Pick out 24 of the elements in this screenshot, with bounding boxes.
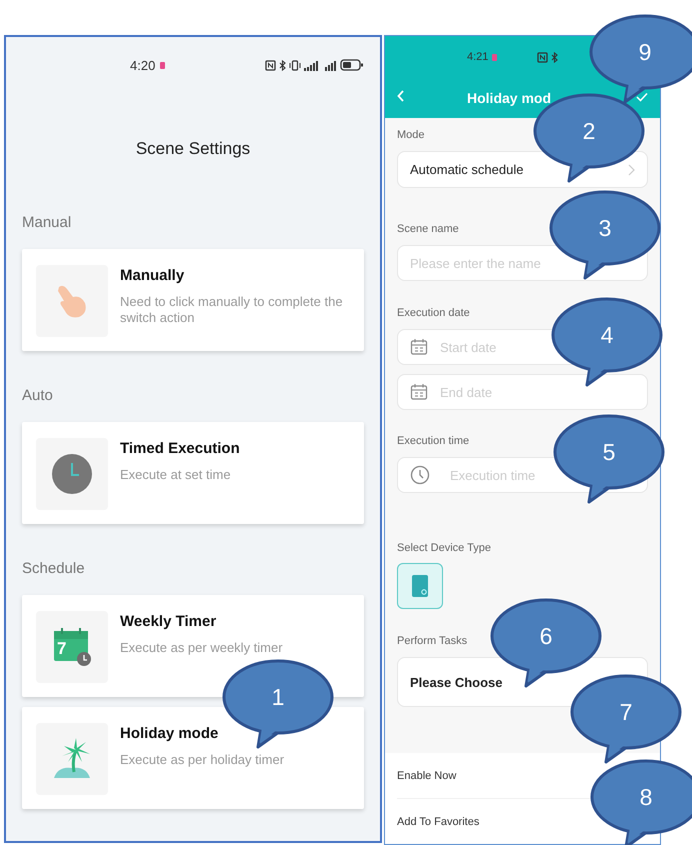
status-time: 4:21 (467, 51, 488, 63)
status-time: 4:20 (130, 58, 156, 72)
page-title: Holiday mod (467, 90, 552, 106)
card-description: Execute at set time (120, 467, 232, 483)
field-label: Mode (397, 128, 425, 142)
callout-tooltip: 8 (589, 759, 692, 845)
card-description: Need to click manually to complete the switch action (120, 294, 344, 326)
section-heading: Schedule (22, 560, 86, 578)
card-title: Manually (120, 267, 186, 285)
card-description: Execute as per weekly timer (120, 640, 283, 656)
section-heading: Auto (22, 387, 54, 405)
card-title: Holiday mode (120, 725, 220, 743)
field-label: Perform Tasks (397, 634, 468, 648)
field-label: Execution date (397, 306, 470, 320)
field-label: Execution time (397, 434, 470, 448)
field-label: Scene name (397, 222, 459, 236)
section-heading: Manual (22, 214, 72, 232)
option-label: Enable Now (397, 768, 458, 784)
screen-title: Scene Settings (134, 139, 252, 159)
card-title: Timed Execution (120, 440, 240, 458)
card-title: Weekly Timer (120, 613, 218, 631)
field-label: Select Device Type (397, 541, 491, 555)
select-value: Automatic schedule (410, 162, 524, 177)
calendar-day-number: 7 (57, 640, 66, 658)
